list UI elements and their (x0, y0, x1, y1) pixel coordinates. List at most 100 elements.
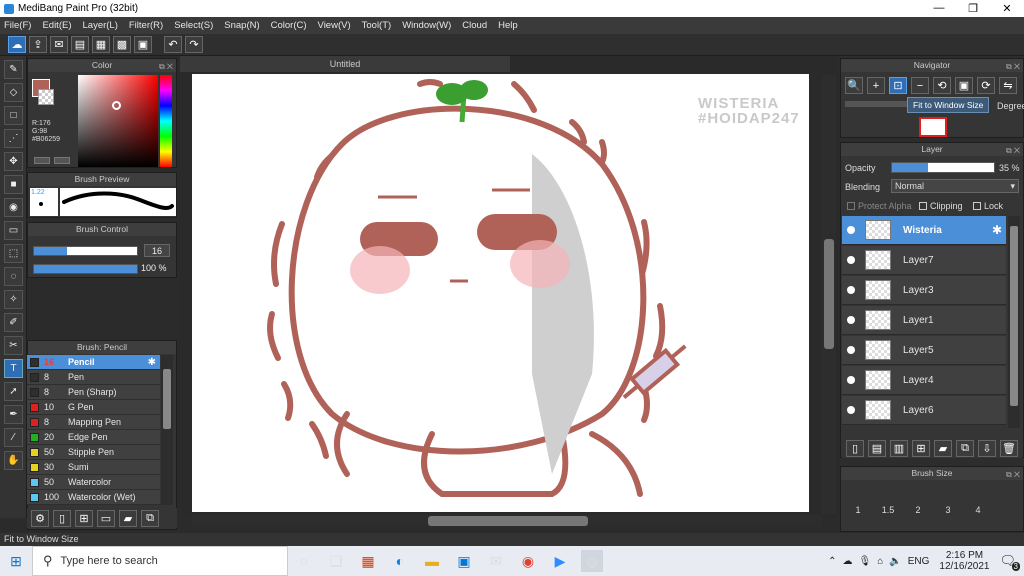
zoom-app-icon[interactable]: ▶ (549, 550, 571, 572)
brush-item[interactable]: 8 Pen (Sharp) (27, 385, 160, 400)
menu-view[interactable]: View(V) (318, 20, 351, 31)
eye-icon[interactable] (847, 286, 855, 294)
menu-snap[interactable]: Snap(N) (224, 20, 259, 31)
color-mode-button[interactable] (34, 157, 50, 164)
cloud-tray-icon[interactable]: ☁ (843, 556, 853, 567)
brush-size-input[interactable]: 16 (144, 244, 170, 257)
brush-item[interactable]: 50 Watercolor (27, 475, 160, 490)
layer-opacity-slider[interactable] (891, 162, 995, 173)
brush-item[interactable]: 100 Watercolor (Wet) (27, 490, 160, 505)
share-icon[interactable]: ⇪ (29, 36, 47, 53)
cloud-icon[interactable]: ☁ (8, 36, 26, 53)
select-eraser-icon[interactable]: ✂ (4, 336, 23, 355)
brush-duplicate-icon[interactable]: ⧉ (141, 509, 159, 527)
edge-icon[interactable]: ◐ (389, 550, 411, 572)
language-indicator[interactable]: ENG (908, 556, 930, 567)
layer-delete-icon[interactable]: 🗑 (1000, 439, 1018, 457)
network-icon[interactable]: ⌂ (877, 556, 883, 567)
eye-icon[interactable] (847, 226, 855, 234)
menu-select[interactable]: Select(S) (174, 20, 213, 31)
zoom-icon[interactable]: 🔍 (845, 77, 863, 94)
chrome-icon[interactable]: ◉ (517, 550, 539, 572)
brush-opacity-slider[interactable] (33, 264, 138, 274)
menu-cloud[interactable]: Cloud (462, 20, 487, 31)
tiles-icon[interactable]: ▣ (134, 36, 152, 53)
restore-button[interactable]: ❐ (956, 2, 990, 15)
windows-start-icon[interactable]: ⊞ (5, 550, 27, 572)
brush-size-option[interactable]: 1.5 (873, 483, 903, 529)
store-icon[interactable]: ▣ (453, 550, 475, 572)
volume-icon[interactable]: 🔈 (889, 556, 901, 567)
panel-float-icon[interactable]: ⧉ ✕ (1006, 468, 1020, 481)
office-icon[interactable]: ▦ (357, 550, 379, 572)
blending-select[interactable]: Normal ▾ (891, 179, 1019, 193)
color-swap-button[interactable] (54, 157, 70, 164)
layer-item[interactable]: Layer3 (842, 276, 1006, 305)
canvas-tab[interactable]: Untitled (180, 56, 510, 72)
menu-filter[interactable]: Filter(R) (129, 20, 163, 31)
minimize-button[interactable]: — (922, 2, 956, 15)
task-view-icon[interactable]: ❏ (325, 550, 347, 572)
fit-window-icon[interactable]: ⊡ (889, 77, 907, 94)
brush-item[interactable]: 20 Edge Pen (27, 430, 160, 445)
notification-icon[interactable]: 🗨 3 (999, 553, 1020, 571)
layer-item[interactable]: Layer7 (842, 246, 1006, 275)
new-layer-halftone-icon[interactable]: ▤ (868, 439, 886, 457)
dot-tool-icon[interactable]: ⋰ (4, 129, 23, 148)
rotate-right-icon[interactable]: ⟳ (977, 77, 995, 94)
select-pen-icon[interactable]: ✐ (4, 313, 23, 332)
brush-item[interactable]: 8 Pen (27, 370, 160, 385)
file-explorer-icon[interactable]: ▬ (421, 550, 443, 572)
rect-tool-icon[interactable]: □ (4, 106, 23, 125)
panel-float-icon[interactable]: ⧉ ✕ (1006, 60, 1020, 73)
brush-add-icon[interactable]: ⊞ (75, 509, 93, 527)
bucket-tool-icon[interactable]: ◉ (4, 198, 23, 217)
panel-float-icon[interactable]: ⧉ ✕ (159, 60, 173, 73)
canvas[interactable]: WISTERIA #HOIDAP247 (192, 74, 809, 512)
comment-icon[interactable]: ✉ (50, 36, 68, 53)
canvas-hscroll[interactable] (192, 515, 822, 527)
eye-icon[interactable] (847, 346, 855, 354)
zoom-out-icon[interactable]: − (911, 77, 929, 94)
protect-alpha-checkbox[interactable]: Protect Alpha (847, 201, 912, 211)
chevron-up-icon[interactable]: ⌃ (828, 556, 836, 567)
eye-icon[interactable] (847, 316, 855, 324)
actual-size-icon[interactable]: ▣ (955, 77, 973, 94)
menu-file[interactable]: File(F) (4, 20, 31, 31)
brush-size-option[interactable]: 2 (903, 483, 933, 529)
undo-icon[interactable]: ↶ (164, 36, 182, 53)
flip-icon[interactable]: ⇋ (999, 77, 1017, 94)
panel-float-icon[interactable]: ⧉ ✕ (1006, 144, 1020, 157)
gear-icon[interactable]: ✱ (148, 357, 156, 368)
brush-item[interactable]: 10 G Pen (27, 400, 160, 415)
secondary-color-swatch[interactable] (38, 89, 54, 105)
brush-size-slider[interactable] (33, 246, 138, 256)
select-tool-icon[interactable]: ⬚ (4, 244, 23, 263)
divide-tool-icon[interactable]: ✒ (4, 405, 23, 424)
eye-icon[interactable] (847, 256, 855, 264)
add-layer-dropdown-icon[interactable]: ⊞ (912, 439, 930, 457)
grid-icon[interactable]: ▩ (113, 36, 131, 53)
brush-size-option[interactable]: 1 (843, 483, 873, 529)
cortana-icon[interactable]: ○ (293, 550, 315, 572)
taskbar-search[interactable]: ⚲ Type here to search (32, 546, 288, 576)
brush-size-option[interactable]: 3 (933, 483, 963, 529)
brush-folder-icon[interactable]: ▰ (119, 509, 137, 527)
medibang-taskbar-icon[interactable]: ◍ (581, 550, 603, 572)
brush-cloud-icon[interactable]: ⚙ (31, 509, 49, 527)
layer-item[interactable]: Layer6 (842, 396, 1006, 425)
new-layer-icon[interactable]: ▯ (846, 439, 864, 457)
menu-help[interactable]: Help (498, 20, 518, 31)
magic-wand-icon[interactable]: ✧ (4, 290, 23, 309)
brush-copy-icon[interactable]: ▭ (97, 509, 115, 527)
redo-icon[interactable]: ↷ (185, 36, 203, 53)
layer-item[interactable]: Layer5 (842, 336, 1006, 365)
brush-new-icon[interactable]: ▯ (53, 509, 71, 527)
clipping-checkbox[interactable]: Clipping (919, 201, 963, 211)
lock-checkbox[interactable]: Lock (973, 201, 1003, 211)
color-picker-cursor[interactable] (112, 101, 121, 110)
brush-tool-icon[interactable]: ✎ (4, 60, 23, 79)
brush-item[interactable]: 8 Mapping Pen (27, 415, 160, 430)
hand-tool-icon[interactable]: ✋ (4, 451, 23, 470)
mail-icon[interactable]: ✉ (485, 550, 507, 572)
